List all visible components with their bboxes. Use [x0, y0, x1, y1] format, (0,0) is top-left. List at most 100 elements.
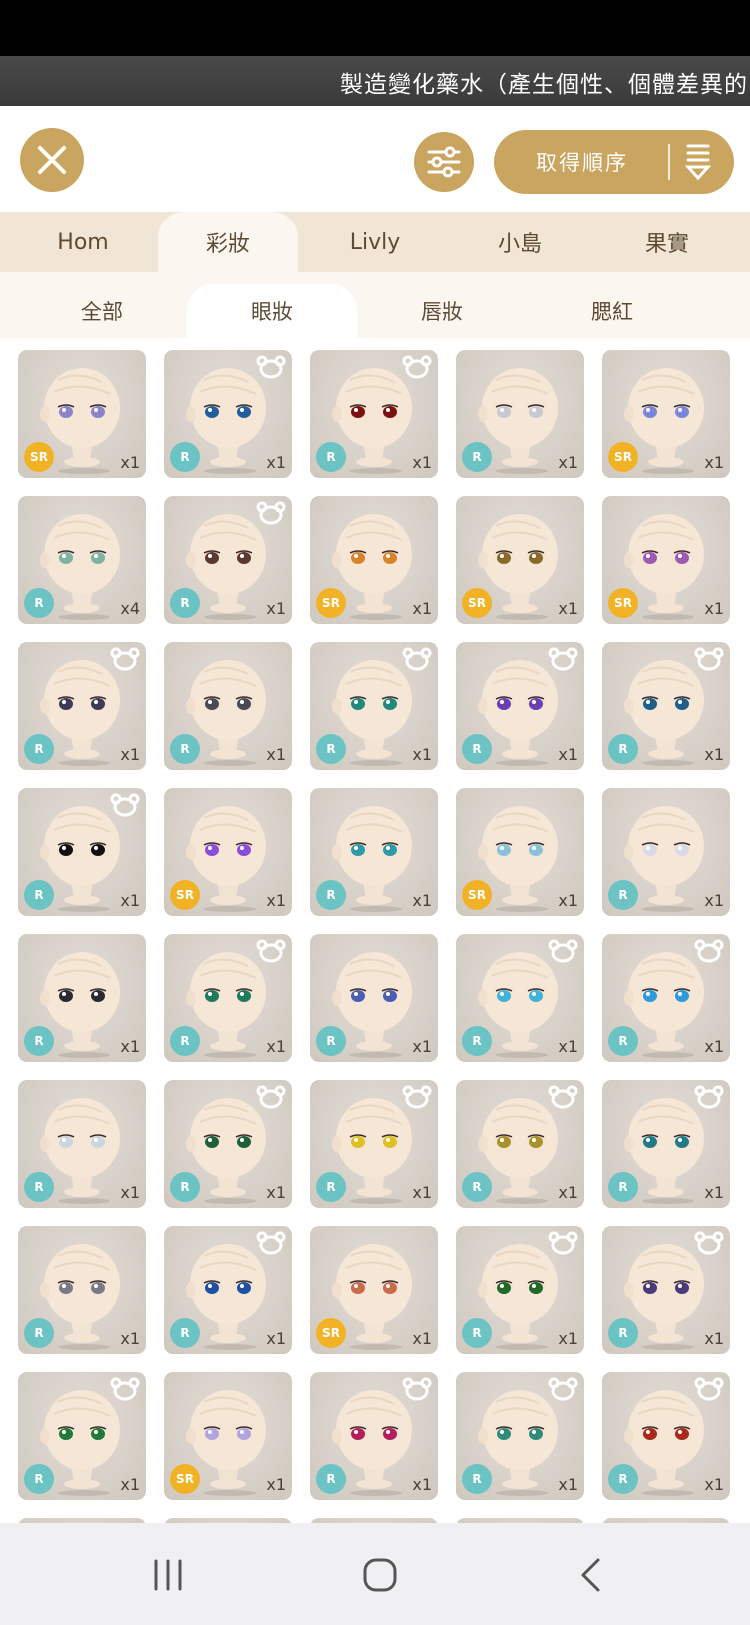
rarity-badge: R [170, 1172, 200, 1202]
tab-fruit[interactable]: 果實 [597, 212, 737, 272]
item-card[interactable]: Rx1 [310, 1080, 438, 1208]
rarity-badge: R [24, 1026, 54, 1056]
item-card[interactable]: Rx1 [602, 1226, 730, 1354]
home-icon[interactable] [362, 1557, 398, 1593]
bear-badge-icon [548, 1085, 578, 1109]
item-card[interactable]: Rx1 [310, 642, 438, 770]
close-button[interactable] [20, 128, 84, 192]
item-card[interactable]: SR x1 [310, 496, 438, 624]
rarity-badge: R [462, 1172, 492, 1202]
bear-badge-icon [694, 1377, 724, 1401]
item-card[interactable]: Rx1 [164, 1226, 292, 1354]
rarity-badge: R [170, 1026, 200, 1056]
item-card[interactable]: Rx1 [18, 934, 146, 1062]
rarity-badge: SR [462, 588, 492, 618]
rarity-badge: R [316, 734, 346, 764]
item-card[interactable]: SR x1 [602, 350, 730, 478]
item-card[interactable]: Rx1 [602, 1080, 730, 1208]
rarity-badge: SR [316, 1318, 346, 1348]
item-quantity: x1 [120, 1183, 140, 1202]
item-card[interactable]: Rx1 [456, 1226, 584, 1354]
filter-button[interactable] [414, 132, 474, 192]
item-card[interactable]: Rx1 [18, 1226, 146, 1354]
subtab-blush[interactable]: 腮紅 [527, 284, 697, 338]
rarity-badge: R [608, 1172, 638, 1202]
item-card[interactable]: SR x1 [164, 788, 292, 916]
item-card[interactable]: Rx1 [456, 934, 584, 1062]
item-quantity: x1 [120, 1037, 140, 1056]
item-quantity: x1 [120, 745, 140, 764]
item-card[interactable]: Rx1 [602, 934, 730, 1062]
item-card[interactable]: Rx1 [164, 1080, 292, 1208]
item-card[interactable]: Rx1 [164, 934, 292, 1062]
bear-badge-icon [548, 1231, 578, 1255]
item-card[interactable]: Rx1 [310, 1372, 438, 1500]
sort-direction-icon[interactable] [684, 142, 712, 182]
back-icon[interactable] [578, 1557, 602, 1593]
subtab-eye-makeup[interactable]: 眼妝 [187, 284, 357, 338]
item-quantity: x1 [704, 453, 724, 472]
item-card[interactable]: Rx1 [164, 642, 292, 770]
item-card[interactable]: Rx1 [602, 642, 730, 770]
item-card[interactable]: Rx1 [18, 788, 146, 916]
item-card[interactable]: Rx1 [456, 1372, 584, 1500]
tab-hom[interactable]: Hom [13, 212, 153, 272]
tab-island[interactable]: 小島 [450, 212, 590, 272]
item-card[interactable]: Rx1 [310, 934, 438, 1062]
item-card[interactable]: SR x1 [164, 1372, 292, 1500]
toolbar: 取得順序 [0, 106, 750, 212]
item-card[interactable]: Rx1 [18, 642, 146, 770]
bear-badge-icon [256, 939, 286, 963]
rarity-badge: R [608, 1464, 638, 1494]
item-quantity: x1 [120, 453, 140, 472]
bear-badge-icon [256, 501, 286, 525]
item-quantity: x1 [704, 599, 724, 618]
rarity-badge: R [462, 1464, 492, 1494]
item-grid: SR x1 Rx1 Rx1 Rx1 SR x1 Rx4 Rx1 SR x1 SR x1 SR x1 Rx1 Rx… [0, 338, 750, 1523]
item-card[interactable]: Rx1 [310, 788, 438, 916]
item-card[interactable]: Rx1 [164, 496, 292, 624]
item-card[interactable]: Rx1 [602, 788, 730, 916]
item-card[interactable]: Rx1 [456, 1080, 584, 1208]
item-quantity: x1 [558, 1183, 578, 1202]
item-card[interactable]: Rx1 [310, 350, 438, 478]
item-quantity: x1 [704, 1183, 724, 1202]
rarity-badge: R [24, 734, 54, 764]
bear-badge-icon [694, 1231, 724, 1255]
item-quantity: x1 [704, 1329, 724, 1348]
rarity-badge: SR [462, 880, 492, 910]
subtab-lip-makeup[interactable]: 唇妝 [357, 284, 527, 338]
item-quantity: x1 [704, 745, 724, 764]
item-card[interactable]: Rx1 [456, 350, 584, 478]
bear-badge-icon [548, 1377, 578, 1401]
close-icon [38, 146, 66, 174]
item-card[interactable]: SR x1 [602, 496, 730, 624]
item-card[interactable]: Rx1 [164, 350, 292, 478]
item-quantity: x1 [558, 1329, 578, 1348]
item-card[interactable]: Rx1 [18, 1080, 146, 1208]
item-card[interactable]: SR x1 [18, 350, 146, 478]
item-card[interactable]: Rx1 [602, 1372, 730, 1500]
sort-order-button[interactable]: 取得順序 [494, 130, 734, 194]
rarity-badge: R [608, 880, 638, 910]
item-card[interactable]: Rx1 [18, 1372, 146, 1500]
rarity-badge: R [316, 442, 346, 472]
item-card[interactable]: SR x1 [456, 788, 584, 916]
rarity-badge: SR [170, 1464, 200, 1494]
item-quantity: x1 [704, 1475, 724, 1494]
bear-badge-icon [256, 355, 286, 379]
item-quantity: x1 [412, 1037, 432, 1056]
item-quantity: x1 [120, 891, 140, 910]
item-card[interactable]: SR x1 [310, 1226, 438, 1354]
rarity-badge: SR [316, 588, 346, 618]
tab-makeup[interactable]: 彩妝 [158, 212, 298, 272]
tab-livly[interactable]: Livly [305, 212, 445, 272]
item-card[interactable]: Rx4 [18, 496, 146, 624]
subtab-all[interactable]: 全部 [17, 284, 187, 338]
sliders-icon [427, 146, 461, 178]
item-card[interactable]: SR x1 [456, 496, 584, 624]
rarity-badge: R [462, 1318, 492, 1348]
rarity-badge: R [462, 1026, 492, 1056]
item-card[interactable]: Rx1 [456, 642, 584, 770]
recents-icon[interactable] [150, 1557, 186, 1593]
